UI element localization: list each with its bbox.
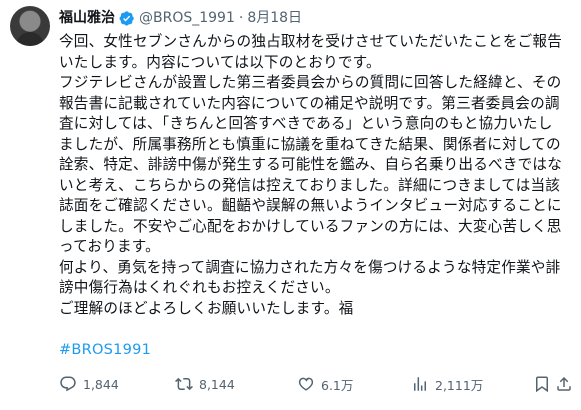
hashtag-link[interactable]: #BROS1991	[59, 340, 575, 361]
views-count: 2,111万	[435, 377, 484, 393]
like-count: 6.1万	[321, 377, 354, 393]
tweet-date[interactable]: 8月18日	[247, 8, 302, 28]
reply-count: 1,844	[83, 376, 119, 392]
tweet-line: 詮索、特定、誹謗中傷が発生する可能性を鑑み、自ら名乗り出るべきではな	[59, 156, 562, 173]
repost-count: 8,144	[199, 376, 235, 392]
tweet-line: 査に対しては、「きちんと回答すべきである」という意向のもと協力いたし	[59, 115, 553, 132]
tweet-line: 誌面をご確認ください。齟齬や誤解の無いようインタビュー対応することに	[59, 197, 562, 214]
avatar[interactable]	[10, 6, 50, 46]
tweet-line: しました。不安やご心配をおかけしているファンの方には、大変心苦しく思	[59, 217, 562, 235]
bookmark-button[interactable]	[533, 375, 551, 393]
tweet-line: ご理解のほどよろしくお願いいたします。福	[59, 299, 354, 317]
tweet-line: 報告書に記載されていた内容についての補足や説明です。第三者委員会の調	[59, 94, 560, 112]
tweet-header: 福山雅治 @BROS_1991 · 8月18日	[59, 8, 302, 28]
like-icon	[298, 377, 314, 391]
repost-button[interactable]: 8,144	[175, 375, 235, 393]
repost-icon	[175, 377, 193, 391]
bookmark-icon	[536, 376, 548, 393]
views-icon	[414, 377, 426, 391]
tweet-text: 今回、女性セブンさんからの独占取材を受けさせていただいたことをご報告 いたします…	[59, 32, 575, 360]
tweet-line: 今回、女性セブンさんからの独占取材を受けさせていただいたことをご報告	[59, 33, 562, 50]
author-name[interactable]: 福山雅治	[59, 8, 115, 28]
reply-button[interactable]: 1,844	[59, 375, 119, 393]
tweet-line: 謗中傷行為はくれぐれもお控えください。	[59, 279, 340, 296]
tweet-line: いと考え、こちらからの発信は控えておりました。詳細につきましては当該	[59, 176, 561, 194]
tweet-line: フジテレビさんが設置した第三者委員会からの質問に回答した経緯と、その	[59, 74, 562, 91]
share-icon	[557, 376, 571, 391]
tweet-line: 何より、勇気を持って調査に協力された方々を傷つけるような特定作業や誹	[59, 258, 561, 276]
tweet-line: いたします。内容については以下のとおりです。	[59, 53, 381, 71]
separator-dot: ·	[238, 10, 244, 26]
author-handle[interactable]: @BROS_1991	[139, 8, 235, 28]
tweet-actions: 1,844 8,144 6.1万 2,111万	[59, 372, 571, 396]
reply-icon	[60, 376, 76, 392]
verified-badge-icon	[118, 10, 135, 27]
tweet-line: ましたが、所属事務所とも慎重に協議を重ねてきた結果、関係者に対しての	[59, 135, 561, 153]
views-button[interactable]: 2,111万	[411, 375, 483, 394]
share-button[interactable]	[555, 375, 573, 393]
like-button[interactable]: 6.1万	[297, 375, 353, 394]
tweet-line: っております。	[59, 238, 160, 255]
